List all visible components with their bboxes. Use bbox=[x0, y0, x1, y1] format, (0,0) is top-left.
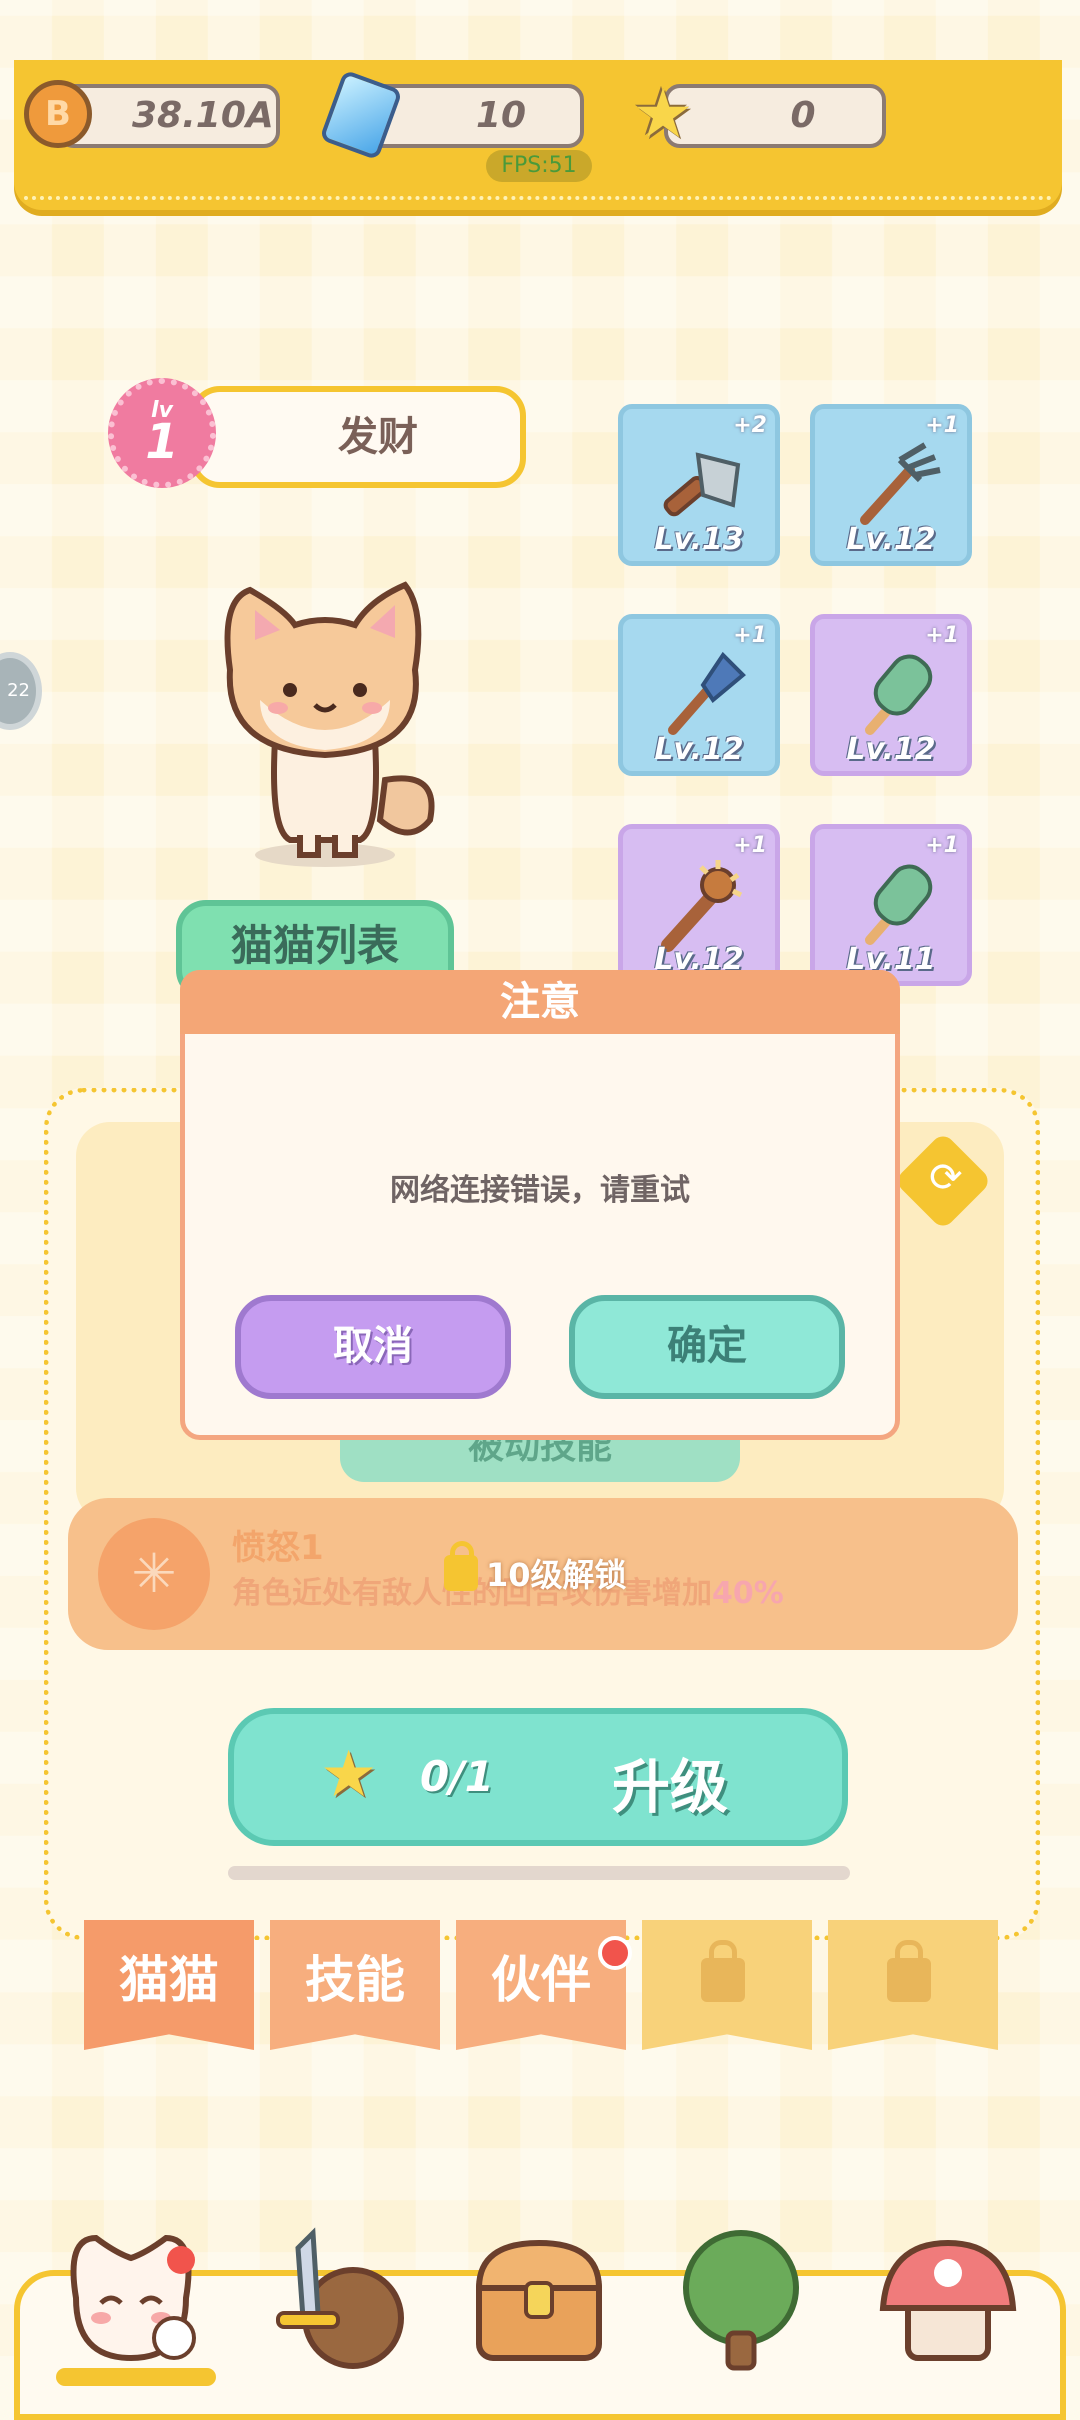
weapon-card-1[interactable]: +2 Lv.13 bbox=[618, 404, 780, 566]
level-number: 1 bbox=[145, 414, 179, 470]
nav-chest-icon[interactable] bbox=[464, 2218, 614, 2378]
tab-skill[interactable]: 技能 bbox=[270, 1920, 440, 2050]
weapon-level: Lv.12 bbox=[846, 732, 936, 767]
weapon-level: Lv.13 bbox=[654, 522, 744, 557]
bonus-badge: +1 bbox=[733, 833, 767, 858]
tab-locked-2[interactable] bbox=[828, 1920, 998, 2050]
nav-active-indicator bbox=[56, 2368, 216, 2386]
tab-partner[interactable]: 伙伴 bbox=[456, 1920, 626, 2050]
weapon-card-4[interactable]: +1 Lv.12 bbox=[810, 614, 972, 776]
lock-icon bbox=[701, 1939, 745, 2002]
upgrade-label: 升级 bbox=[612, 1753, 729, 1821]
nav-house-icon[interactable] bbox=[868, 2218, 1018, 2378]
coin-icon: B bbox=[24, 80, 92, 148]
spiked-club-icon bbox=[661, 860, 743, 952]
star-icon: ★ bbox=[320, 1738, 378, 1812]
nav-cat-icon[interactable] bbox=[56, 2218, 206, 2378]
gem-value: 10 bbox=[475, 95, 527, 136]
cat-name: 发财 bbox=[338, 414, 418, 460]
upgrade-progress-bar bbox=[228, 1866, 850, 1880]
bonus-badge: +1 bbox=[925, 413, 959, 438]
popsicle-icon bbox=[865, 864, 933, 945]
skill-desc-part1: 角色近处有敌人 bbox=[232, 1576, 442, 1611]
fps-indicator: FPS:51 bbox=[486, 150, 592, 182]
anger-icon: ✳ bbox=[98, 1518, 210, 1630]
upgrade-button[interactable]: ★ 0/1 升级 bbox=[228, 1708, 848, 1846]
skill-name: 愤怒1 bbox=[232, 1528, 324, 1568]
weapon-card-2[interactable]: +1 Lv.12 bbox=[810, 404, 972, 566]
unlock-text: 10级解锁 bbox=[486, 1556, 627, 1594]
tab-cat[interactable]: 猫猫 bbox=[84, 1920, 254, 2050]
upgrade-cost: 0/1 bbox=[420, 1752, 494, 1801]
weapon-level: Lv.12 bbox=[654, 732, 744, 767]
confirm-button[interactable]: 确定 bbox=[569, 1295, 845, 1399]
lock-icon bbox=[887, 1939, 931, 2002]
dialog-message: 网络连接错误，请重试 bbox=[390, 1173, 690, 1208]
cancel-button[interactable]: 取消 bbox=[235, 1295, 511, 1399]
notification-dot bbox=[598, 1936, 632, 1970]
coin-value: 38.10A bbox=[132, 95, 274, 136]
popsicle-icon bbox=[865, 654, 933, 735]
weapon-card-5[interactable]: +1 Lv.12 bbox=[618, 824, 780, 986]
shovel-icon bbox=[668, 651, 746, 735]
skill-percent: 40% bbox=[712, 1576, 784, 1611]
weapon-card-3[interactable]: +1 Lv.12 bbox=[618, 614, 780, 776]
weapon-card-6[interactable]: +1 Lv.11 bbox=[810, 824, 972, 986]
bonus-badge: +1 bbox=[733, 623, 767, 648]
cleaver-icon bbox=[663, 452, 741, 517]
alert-dialog: 注意 网络连接错误，请重试 取消 确定 bbox=[180, 970, 900, 1440]
pitchfork-icon bbox=[860, 442, 941, 525]
star-value: 0 bbox=[790, 95, 816, 136]
level-badge: lv 1 bbox=[108, 378, 216, 488]
nav-tree-icon[interactable] bbox=[666, 2218, 816, 2378]
weapon-level: Lv.12 bbox=[846, 522, 936, 557]
side-float-button[interactable]: 22 bbox=[0, 652, 42, 730]
nav-battle-icon[interactable] bbox=[258, 2218, 408, 2378]
dialog-title: 注意 bbox=[180, 970, 900, 1034]
unlock-requirement: 10级解锁 bbox=[444, 1541, 627, 1602]
tab-locked-1[interactable] bbox=[642, 1920, 812, 2050]
bonus-badge: +2 bbox=[733, 413, 767, 438]
lock-icon bbox=[444, 1541, 478, 1591]
cat-name-tag[interactable]: 发财 bbox=[190, 386, 526, 488]
bonus-badge: +1 bbox=[925, 833, 959, 858]
star-icon: ★ bbox=[632, 75, 694, 154]
bonus-badge: +1 bbox=[925, 623, 959, 648]
cat-character[interactable] bbox=[200, 570, 450, 870]
